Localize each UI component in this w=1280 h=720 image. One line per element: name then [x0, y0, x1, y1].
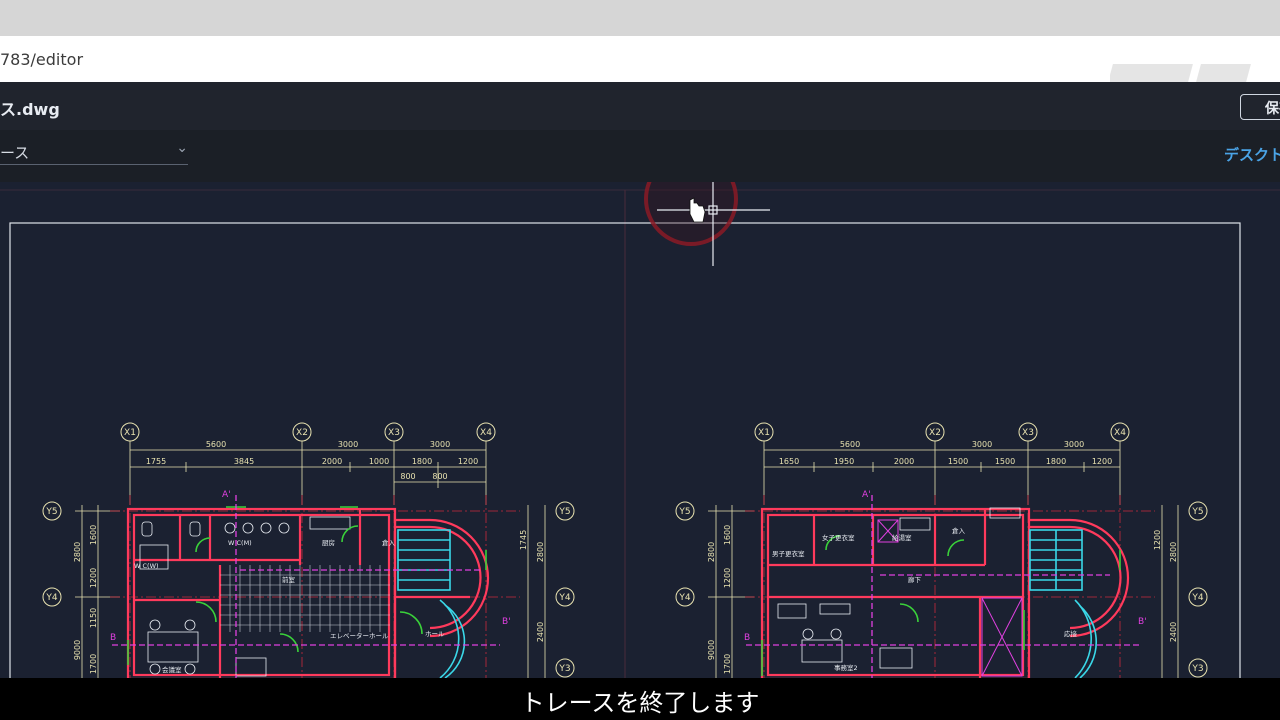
mode-select-value: ース	[0, 144, 30, 162]
dimension-text: 1200	[1153, 530, 1162, 550]
dimension-text: 1755	[146, 457, 166, 466]
chevron-down-icon: ⌄	[176, 140, 188, 156]
save-button[interactable]: 保存	[1240, 94, 1280, 120]
dimension-text: 9000	[707, 640, 716, 660]
drawing-canvas[interactable]: X1 X2 X3 X4 Y5 Y4 Y5 Y4 Y3 5600 3000 300…	[0, 182, 1280, 678]
grid-label: Y4	[45, 593, 57, 603]
grid-label: Y5	[1191, 507, 1203, 517]
room-label: 男子更衣室	[772, 549, 805, 558]
dimension-text: 800	[432, 472, 447, 481]
left-floor-plan: X1 X2 X3 X4 Y5 Y4 Y5 Y4 Y3 5600 3000 300…	[42, 422, 575, 678]
section-marker: A'	[862, 490, 871, 500]
dimension-text: 3845	[234, 457, 254, 466]
dimension-text: 1500	[995, 457, 1015, 466]
grid-label: X1	[124, 428, 136, 438]
grid-label: Y4	[678, 593, 690, 603]
browser-tab-strip	[0, 0, 1280, 36]
address-url[interactable]: 783/editor	[0, 50, 83, 69]
grid-label: X2	[929, 428, 941, 438]
dimension-text: 1150	[89, 608, 98, 628]
desktop-link[interactable]: デスクトップ	[1224, 144, 1280, 165]
section-marker: B'	[502, 617, 511, 627]
cad-drawing: X1 X2 X3 X4 Y5 Y4 Y5 Y4 Y3 5600 3000 300…	[0, 182, 1280, 678]
section-marker: B	[744, 633, 750, 643]
room-label: ホール	[425, 630, 445, 638]
room-label: W C(W)	[134, 562, 159, 570]
dimension-text: 1650	[779, 457, 799, 466]
app-header: ス.dwg	[0, 82, 1280, 130]
mode-select[interactable]: ース ⌄	[0, 140, 188, 165]
dimension-text: 1200	[458, 457, 478, 466]
dimension-text: 1800	[1046, 457, 1066, 466]
video-subtitle-bar: トレースを終了します	[0, 678, 1280, 720]
room-label: 女子更衣室	[822, 533, 855, 542]
grid-label: Y4	[558, 593, 570, 603]
dimension-text: 1700	[89, 654, 98, 674]
dimension-text: 1500	[948, 457, 968, 466]
room-label: 厨房	[322, 538, 335, 547]
dimension-text: 1600	[723, 525, 732, 545]
dimension-text: 1200	[1092, 457, 1112, 466]
section-marker: A'	[222, 490, 231, 500]
dimension-text: 5600	[840, 440, 860, 449]
dimension-text: 1200	[89, 568, 98, 588]
dimension-text: 1600	[89, 525, 98, 545]
subtitle-text: トレースを終了します	[520, 689, 760, 717]
dimension-text: 2400	[536, 622, 545, 642]
grid-label: X4	[480, 428, 492, 438]
dimension-text: 3000	[972, 440, 992, 449]
grid-label: Y5	[678, 507, 690, 517]
grid-label: X1	[758, 428, 770, 438]
dimension-text: 1800	[412, 457, 432, 466]
room-label: 応接	[1064, 629, 1078, 638]
dimension-text: 1745	[519, 530, 528, 550]
grid-label: X3	[388, 428, 400, 438]
section-marker: B	[110, 633, 116, 643]
room-label: W C(M)	[228, 539, 252, 547]
grid-label: X4	[1114, 428, 1126, 438]
room-label: 倉入	[952, 526, 966, 535]
dimension-text: 2000	[894, 457, 914, 466]
room-label: 事務室2	[834, 663, 858, 672]
grid-label: X3	[1022, 428, 1034, 438]
dimension-text: 2800	[707, 542, 716, 562]
file-title: ス.dwg	[0, 100, 60, 119]
dimension-text: 2000	[322, 457, 342, 466]
dimension-text: 2800	[73, 542, 82, 562]
room-label: 廊下	[908, 575, 922, 584]
section-marker: B'	[1138, 617, 1147, 627]
dimension-text: 2400	[1169, 622, 1178, 642]
dimension-text: 5600	[206, 440, 226, 449]
room-label: 倉入	[382, 538, 396, 547]
dimension-text: 3000	[1064, 440, 1084, 449]
dimension-text: 800	[400, 472, 415, 481]
room-label: 会議室	[162, 665, 182, 674]
grid-label: Y3	[558, 664, 570, 674]
dimension-text: 3000	[430, 440, 450, 449]
grid-label: X2	[296, 428, 308, 438]
room-label: 前室	[282, 575, 296, 584]
dimension-text: 1200	[723, 568, 732, 588]
dimension-text: 1000	[369, 457, 389, 466]
dimension-text: 1950	[834, 457, 854, 466]
room-label: 給湯室	[892, 533, 912, 542]
room-label: エレベーターホール	[330, 631, 389, 640]
dimension-text: 2800	[536, 542, 545, 562]
dimension-text: 2800	[1169, 542, 1178, 562]
dimension-text: 9000	[73, 640, 82, 660]
cursor-overlay	[644, 182, 770, 266]
grid-label: Y5	[558, 507, 570, 517]
dimension-text: 1700	[723, 654, 732, 674]
browser-address-bar[interactable]: 783/editor	[0, 36, 1280, 86]
dimension-text: 3000	[338, 440, 358, 449]
grid-label: Y3	[1191, 664, 1203, 674]
right-floor-plan: X1 X2 X3 X4 Y5 Y4 Y5 Y4 Y3 5600 3000 300…	[675, 422, 1208, 678]
grid-label: Y5	[45, 507, 57, 517]
editor-toolbar: ース ⌄ デスクトップ	[0, 130, 1280, 182]
grid-label: Y4	[1191, 593, 1203, 603]
